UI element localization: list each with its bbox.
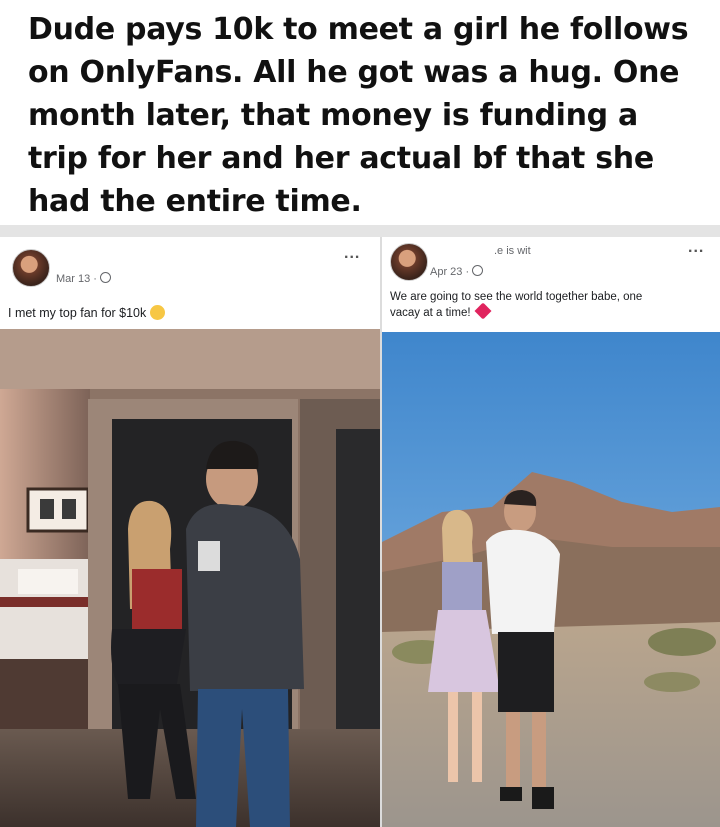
avatar[interactable] bbox=[390, 243, 428, 281]
more-options-icon[interactable]: ... bbox=[688, 239, 704, 257]
post-date[interactable]: Mar 13 · bbox=[56, 272, 111, 285]
hotel-photo bbox=[0, 329, 380, 827]
post-caption: I met my top fan for $10k bbox=[8, 305, 166, 321]
meme-headline: Dude pays 10k to meet a girl he follows … bbox=[28, 12, 689, 219]
right-post: .e is wit Apr 23 · ... We are going to s… bbox=[382, 237, 720, 827]
heart-icon bbox=[474, 302, 492, 320]
globe-icon bbox=[472, 265, 484, 276]
post-caption: We are going to see the world together b… bbox=[390, 291, 643, 320]
avatar[interactable] bbox=[12, 249, 50, 287]
grimace-emoji-icon bbox=[150, 305, 166, 320]
more-options-icon[interactable]: ... bbox=[344, 245, 360, 263]
left-post: Mar 13 · ... I met my top fan for $10k bbox=[0, 237, 380, 827]
globe-icon bbox=[99, 272, 111, 283]
tagged-with-text: .e is wit bbox=[494, 245, 531, 257]
separator-bar bbox=[0, 225, 720, 237]
desert-photo bbox=[382, 332, 720, 827]
desert-photo-image bbox=[382, 332, 720, 827]
hotel-photo-image bbox=[0, 329, 380, 827]
post-date[interactable]: Apr 23 · bbox=[430, 265, 484, 278]
